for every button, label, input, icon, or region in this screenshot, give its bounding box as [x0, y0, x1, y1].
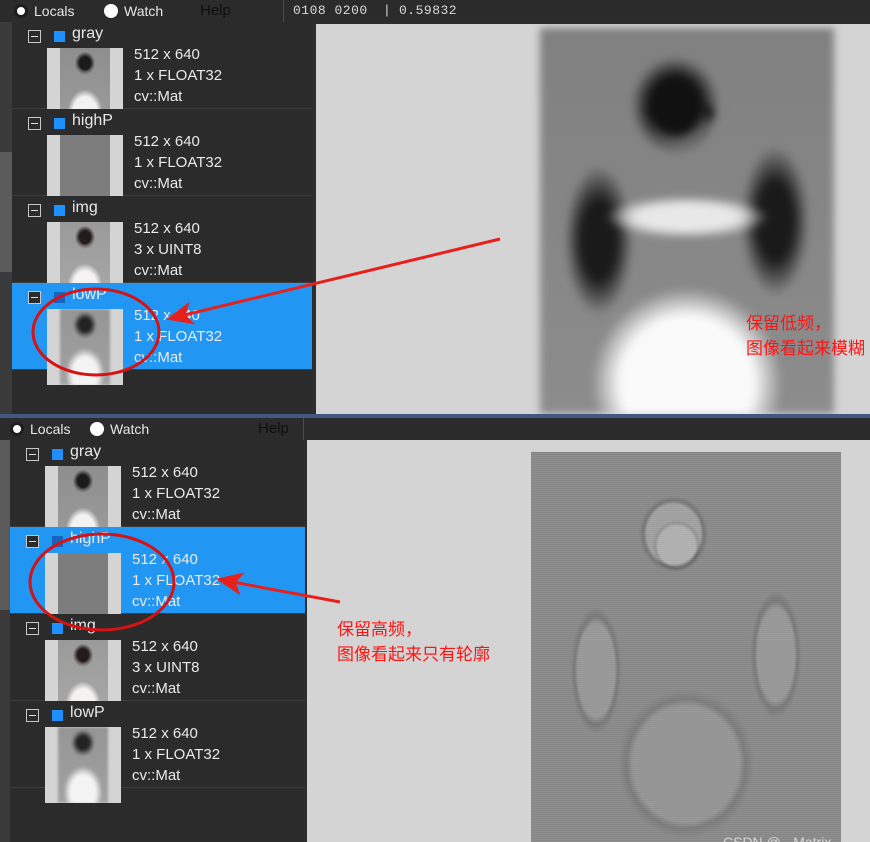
status-separator-top: | [383, 3, 392, 18]
locals-tree-bottom[interactable]: gray 512 x 640 1 x FLOAT32 cv::Mat highP… [10, 440, 305, 842]
variable-dims: 512 x 640 [132, 464, 198, 481]
variable-class: cv::Mat [132, 593, 181, 610]
annotation-low-frequency: 保留低频， 图像看起来模糊 [746, 314, 865, 359]
locals-radio-bottom[interactable] [10, 422, 24, 436]
variable-class: cv::Mat [132, 767, 181, 784]
scrollbar-thumb[interactable] [0, 152, 12, 272]
variable-class: cv::Mat [134, 349, 183, 366]
variable-dims: 512 x 640 [132, 551, 198, 568]
variable-dims: 512 x 640 [134, 307, 200, 324]
tree-scrollbar-left-top[interactable] [0, 22, 12, 418]
header-divider-bottom [303, 418, 304, 440]
variable-class: cv::Mat [132, 506, 181, 523]
variable-dims: 512 x 640 [132, 725, 198, 742]
variable-type: 1 x FLOAT32 [132, 746, 221, 763]
watch-tab-label-bottom[interactable]: Watch [110, 421, 149, 437]
variable-class: cv::Mat [134, 175, 183, 192]
help-label-top[interactable]: Help [200, 3, 231, 19]
variable-color-swatch [52, 449, 63, 460]
variable-type: 3 x UINT8 [134, 241, 202, 258]
variable-type: 3 x UINT8 [132, 659, 200, 676]
variable-dims: 512 x 640 [134, 220, 200, 237]
locals-tree-top[interactable]: gray 512 x 640 1 x FLOAT32 cv::Mat highP… [12, 22, 312, 418]
table-row[interactable]: gray 512 x 640 1 x FLOAT32 cv::Mat [12, 22, 312, 124]
collapse-icon[interactable] [26, 448, 39, 461]
top-panel-header: Locals Watch Help 0108 0200 | 0.59832 [0, 0, 870, 22]
variable-thumbnail[interactable] [45, 727, 121, 803]
variable-color-swatch [54, 292, 65, 303]
collapse-icon[interactable] [28, 117, 41, 130]
panel-bottom: Locals Watch Help gray 512 x 640 1 x FLO… [0, 418, 870, 842]
variable-type: 1 x FLOAT32 [132, 485, 221, 502]
status-value-top: 0.59832 [399, 3, 458, 18]
watch-tab-label-top[interactable]: Watch [124, 3, 163, 19]
variable-thumbnail[interactable] [47, 309, 123, 385]
variable-color-swatch [52, 710, 63, 721]
variable-class: cv::Mat [134, 262, 183, 279]
variable-type: 1 x FLOAT32 [134, 328, 223, 345]
image-viewer-top[interactable]: 保留低频， 图像看起来模糊 [316, 24, 870, 414]
collapse-icon[interactable] [26, 622, 39, 635]
variable-name: highP [70, 530, 111, 547]
variable-class: cv::Mat [132, 680, 181, 697]
table-row[interactable]: img 512 x 640 3 x UINT8 cv::Mat [12, 196, 312, 298]
scrollbar-thumb[interactable] [0, 440, 10, 610]
panel-top: Locals Watch Help 0108 0200 | 0.59832 gr… [0, 0, 870, 418]
table-row[interactable]: lowP 512 x 640 1 x FLOAT32 cv::Mat [10, 701, 305, 803]
high-pass-image [531, 452, 841, 842]
collapse-icon[interactable] [28, 30, 41, 43]
variable-name: img [70, 617, 96, 634]
table-row[interactable]: lowP 512 x 640 1 x FLOAT32 cv::Mat [12, 283, 312, 385]
variable-color-swatch [52, 623, 63, 634]
variable-dims: 512 x 640 [134, 46, 200, 63]
variable-color-swatch [52, 536, 63, 547]
table-row[interactable]: highP 512 x 640 1 x FLOAT32 cv::Mat [12, 109, 312, 211]
variable-name: img [72, 199, 98, 216]
locals-tab-label-top[interactable]: Locals [34, 3, 74, 19]
collapse-icon[interactable] [28, 204, 41, 217]
locals-radio-top[interactable] [14, 4, 28, 18]
locals-tab-label-bottom[interactable]: Locals [30, 421, 70, 437]
bottom-panel-header: Locals Watch Help [0, 418, 870, 440]
variable-color-swatch [54, 31, 65, 42]
image-viewer-bottom[interactable]: 保留高频， 图像看起来只有轮廓 CSDN @-_Matrix_- [307, 440, 870, 842]
help-label-bottom[interactable]: Help [258, 421, 289, 437]
csdn-watermark: CSDN @-_Matrix_- [723, 834, 844, 842]
variable-color-swatch [54, 118, 65, 129]
watch-radio-top[interactable] [104, 4, 118, 18]
annotation-high-frequency: 保留高频， 图像看起来只有轮廓 [337, 620, 490, 665]
variable-color-swatch [54, 205, 65, 216]
header-divider-top [283, 0, 284, 22]
variable-name: lowP [70, 704, 105, 721]
collapse-icon[interactable] [26, 535, 39, 548]
variable-name: lowP [72, 286, 107, 303]
collapse-icon[interactable] [28, 291, 41, 304]
variable-name: highP [72, 112, 113, 129]
variable-class: cv::Mat [134, 88, 183, 105]
variable-dims: 512 x 640 [132, 638, 198, 655]
variable-type: 1 x FLOAT32 [132, 572, 221, 589]
table-row[interactable]: gray 512 x 640 1 x FLOAT32 cv::Mat [10, 440, 305, 542]
variable-dims: 512 x 640 [134, 133, 200, 150]
variable-name: gray [72, 25, 104, 42]
table-row[interactable]: highP 512 x 640 1 x FLOAT32 cv::Mat [10, 527, 305, 629]
tree-scrollbar-left-bottom[interactable] [0, 440, 10, 842]
variable-type: 1 x FLOAT32 [134, 154, 223, 171]
variable-name: gray [70, 443, 102, 460]
image-watch-window: Locals Watch Help 0108 0200 | 0.59832 gr… [0, 0, 870, 842]
status-coords-top: 0108 0200 [293, 3, 368, 18]
watch-radio-bottom[interactable] [90, 422, 104, 436]
variable-type: 1 x FLOAT32 [134, 67, 223, 84]
collapse-icon[interactable] [26, 709, 39, 722]
table-row[interactable]: img 512 x 640 3 x UINT8 cv::Mat [10, 614, 305, 716]
